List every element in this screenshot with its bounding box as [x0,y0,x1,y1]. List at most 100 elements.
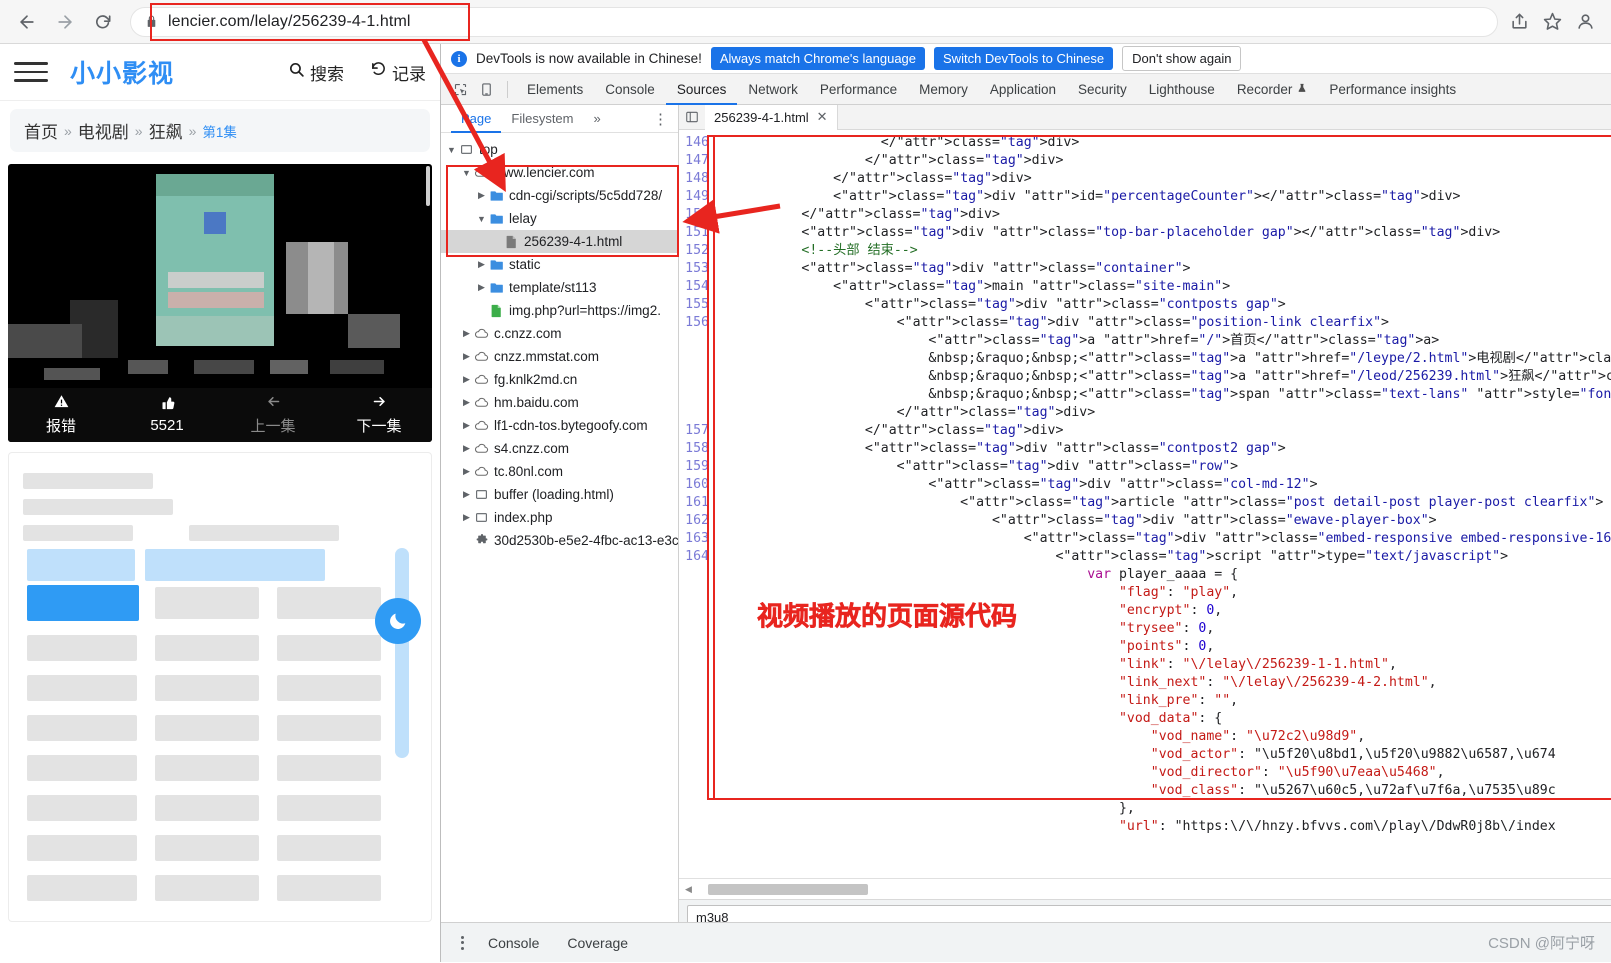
close-icon[interactable]: ✕ [817,109,828,125]
scroll-thumb[interactable] [707,883,868,895]
chevron-right-icon[interactable]: ▶ [460,328,473,339]
file-tree-item-label: c.cnzz.com [494,326,562,341]
file-tree-item[interactable]: img.php?url=https://img2. [441,299,678,322]
source-code[interactable]: </"attr">class="tag">div> </"attr">class… [715,130,1611,878]
kebab-menu-icon[interactable] [451,935,473,950]
profile-icon[interactable] [1576,12,1595,31]
breadcrumb-home[interactable]: 首页 [24,118,58,143]
tab-application[interactable]: Application [979,74,1067,105]
chevron-right-icon[interactable]: ▶ [475,259,488,270]
file-tree-item[interactable]: 30d2530b-e5e2-4fbc-ac13-e3c [441,529,678,552]
navigator-tab-page[interactable]: Page [451,105,501,133]
drawer-tab-console[interactable]: Console [475,923,552,963]
tab-memory[interactable]: Memory [908,74,979,105]
navigator-tab-filesystem[interactable]: Filesystem [501,105,583,133]
file-tree[interactable]: ▼ top ▼ www.lencier.com ▶ cdn-cgi/scripts/5c5… [441,133,678,948]
chevron-right-icon[interactable]: ▶ [460,374,473,385]
search-icon [288,61,305,83]
file-tree-item[interactable]: ▶ cdn-cgi/scripts/5c5dd728/ [441,184,678,207]
prev-episode-button[interactable]: 上一集 [220,394,326,436]
tab-performance[interactable]: Performance [809,74,908,105]
code-line: "vod_class": "\u5267\u60c5,\u72af\u7f6a,… [1150,783,1556,798]
scroll-rail[interactable] [395,548,409,758]
device-toolbar-icon[interactable] [473,76,499,102]
chevron-right-icon[interactable]: ▶ [460,443,473,454]
share-icon[interactable] [1510,12,1529,31]
breadcrumb-category[interactable]: 电视剧 [78,118,129,143]
tab-sources[interactable]: Sources [666,74,738,105]
chevron-right-icon[interactable]: ▶ [475,282,488,293]
back-arrow-icon[interactable] [10,5,44,39]
next-episode-button[interactable]: 下一集 [326,394,432,436]
file-tree-item[interactable]: ▶ static [441,253,678,276]
chevron-right-icon[interactable]: ▶ [460,420,473,431]
search-action[interactable]: 搜索 [288,60,344,85]
switch-to-chinese-button[interactable]: Switch DevTools to Chinese [934,47,1114,70]
lock-icon [145,15,158,28]
tab-elements[interactable]: Elements [516,74,594,105]
line-number: 150 [685,207,709,222]
file-tree-item[interactable]: ▶ buffer (loading.html) [441,483,678,506]
chevron-right-icon[interactable]: ▶ [475,190,488,201]
tab-console[interactable]: Console [594,74,666,105]
breadcrumb: 首页 » 电视剧 » 狂飙 » 第1集 [10,109,430,152]
dont-show-again-button[interactable]: Don't show again [1122,46,1242,71]
breadcrumb-title[interactable]: 狂飙 [149,118,183,143]
file-tree-item[interactable]: ▶ template/st113 [441,276,678,299]
file-tree-item-label: top [479,142,498,157]
devtools-drawer: Console Coverage CSDN @阿宁呀 [441,922,1611,962]
video-player[interactable]: 报错 5521 上一集 下一集 [8,164,432,442]
chevron-right-icon[interactable]: ▶ [460,397,473,408]
drawer-tab-coverage[interactable]: Coverage [554,923,641,963]
file-tree-item[interactable]: ▶ tc.80nl.com [441,460,678,483]
chevron-right-icon[interactable]: ▶ [460,351,473,362]
chevron-right-icon[interactable]: ▶ [460,466,473,477]
kebab-menu-icon[interactable]: ⋮ [653,110,678,128]
star-icon[interactable] [1543,12,1562,31]
like-count-button[interactable]: 5521 [114,396,220,434]
tab-recorder[interactable]: Recorder [1226,74,1319,105]
file-tree-item[interactable]: ▼ top [441,138,678,161]
tab-security[interactable]: Security [1067,74,1138,105]
file-tree-item[interactable]: ▼ lelay [441,207,678,230]
file-tree-item[interactable]: ▶ s4.cnzz.com [441,437,678,460]
chevron-down-icon[interactable]: ▼ [475,214,488,224]
file-tree-item[interactable]: ▶ index.php [441,506,678,529]
show-navigator-icon[interactable] [679,110,705,124]
report-error-button[interactable]: 报错 [8,394,114,436]
code-line: }, [722,801,1135,816]
player-control-bar: 报错 5521 上一集 下一集 [8,388,432,442]
breadcrumb-current: 第1集 [202,124,237,140]
cloud-icon [473,327,490,340]
address-bar[interactable]: lencier.com/lelay/256239-4-1.html [130,6,1498,37]
file-tree-item[interactable]: 256239-4-1.html [441,230,678,253]
chevron-down-icon[interactable]: ▼ [445,145,458,155]
moon-icon[interactable] [375,598,421,644]
file-tree-item[interactable]: ▶ hm.baidu.com [441,391,678,414]
tab-performance-insights[interactable]: Performance insights [1318,74,1467,105]
editor-horizontal-scrollbar[interactable]: ◀ ▶ [679,878,1611,899]
file-tree-item[interactable]: ▶ cnzz.mmstat.com [441,345,678,368]
file-tree-item[interactable]: ▶ fg.knlk2md.cn [441,368,678,391]
always-match-language-button[interactable]: Always match Chrome's language [710,47,926,70]
cloud-icon [473,373,490,386]
tab-lighthouse[interactable]: Lighthouse [1138,74,1226,105]
scroll-left-arrow-icon[interactable]: ◀ [685,884,692,895]
reload-icon[interactable] [86,5,120,39]
forward-arrow-icon[interactable] [48,5,82,39]
tab-network[interactable]: Network [737,74,809,105]
chevron-right-icon[interactable]: ▶ [460,489,473,500]
player-scrollbar[interactable] [426,166,430,206]
file-tree-item[interactable]: ▶ lf1-cdn-tos.bytegoofy.com [441,414,678,437]
chevron-double-right-icon[interactable]: » [584,105,611,133]
editor-tab-file[interactable]: 256239-4-1.html ✕ [705,104,838,130]
line-number: 148 [685,171,709,186]
chevron-down-icon[interactable]: ▼ [460,168,473,178]
history-action[interactable]: 记录 [370,60,426,85]
file-tree-item[interactable]: ▶ c.cnzz.com [441,322,678,345]
chevron-right-icon[interactable]: ▶ [460,512,473,523]
hamburger-menu-icon[interactable] [14,62,48,82]
inspect-element-icon[interactable] [447,76,473,102]
code-viewer[interactable]: 146 147 148 149 150 151 152 153 154 155 156 157 158 1… [679,130,1611,878]
file-tree-item[interactable]: ▼ www.lencier.com [441,161,678,184]
